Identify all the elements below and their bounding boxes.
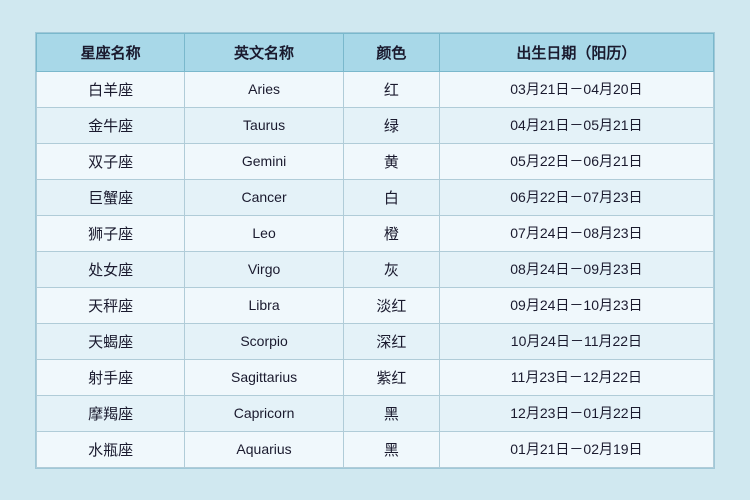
table-row: 水瓶座Aquarius黑01月21日－02月19日 (37, 431, 714, 467)
cell-r9-c3: 12月23日－01月22日 (439, 395, 713, 431)
cell-r9-c1: Capricorn (185, 395, 344, 431)
cell-r2-c1: Gemini (185, 143, 344, 179)
cell-r7-c1: Scorpio (185, 323, 344, 359)
cell-r4-c0: 狮子座 (37, 215, 185, 251)
cell-r3-c2: 白 (343, 179, 439, 215)
table-row: 射手座Sagittarius紫红11月23日－12月22日 (37, 359, 714, 395)
cell-r1-c2: 绿 (343, 107, 439, 143)
cell-r0-c1: Aries (185, 71, 344, 107)
cell-r1-c0: 金牛座 (37, 107, 185, 143)
cell-r5-c2: 灰 (343, 251, 439, 287)
zodiac-table-container: 星座名称 英文名称 颜色 出生日期（阳历） 白羊座Aries红03月21日－04… (35, 32, 715, 469)
table-row: 摩羯座Capricorn黑12月23日－01月22日 (37, 395, 714, 431)
cell-r6-c1: Libra (185, 287, 344, 323)
cell-r4-c1: Leo (185, 215, 344, 251)
table-header-row: 星座名称 英文名称 颜色 出生日期（阳历） (37, 33, 714, 71)
table-row: 天蝎座Scorpio深红10月24日－11月22日 (37, 323, 714, 359)
cell-r0-c2: 红 (343, 71, 439, 107)
col-header-color: 颜色 (343, 33, 439, 71)
cell-r1-c3: 04月21日－05月21日 (439, 107, 713, 143)
zodiac-table: 星座名称 英文名称 颜色 出生日期（阳历） 白羊座Aries红03月21日－04… (36, 33, 714, 468)
cell-r6-c0: 天秤座 (37, 287, 185, 323)
cell-r5-c1: Virgo (185, 251, 344, 287)
cell-r8-c1: Sagittarius (185, 359, 344, 395)
cell-r8-c0: 射手座 (37, 359, 185, 395)
table-body: 白羊座Aries红03月21日－04月20日金牛座Taurus绿04月21日－0… (37, 71, 714, 467)
cell-r3-c3: 06月22日－07月23日 (439, 179, 713, 215)
cell-r1-c1: Taurus (185, 107, 344, 143)
table-row: 双子座Gemini黄05月22日－06月21日 (37, 143, 714, 179)
table-row: 狮子座Leo橙07月24日－08月23日 (37, 215, 714, 251)
cell-r2-c2: 黄 (343, 143, 439, 179)
cell-r10-c1: Aquarius (185, 431, 344, 467)
table-row: 巨蟹座Cancer白06月22日－07月23日 (37, 179, 714, 215)
table-row: 处女座Virgo灰08月24日－09月23日 (37, 251, 714, 287)
cell-r0-c0: 白羊座 (37, 71, 185, 107)
cell-r3-c1: Cancer (185, 179, 344, 215)
table-row: 白羊座Aries红03月21日－04月20日 (37, 71, 714, 107)
cell-r10-c2: 黑 (343, 431, 439, 467)
cell-r6-c2: 淡红 (343, 287, 439, 323)
cell-r8-c3: 11月23日－12月22日 (439, 359, 713, 395)
table-row: 天秤座Libra淡红09月24日－10月23日 (37, 287, 714, 323)
cell-r10-c3: 01月21日－02月19日 (439, 431, 713, 467)
cell-r7-c2: 深红 (343, 323, 439, 359)
col-header-english-name: 英文名称 (185, 33, 344, 71)
cell-r4-c2: 橙 (343, 215, 439, 251)
cell-r9-c2: 黑 (343, 395, 439, 431)
cell-r2-c0: 双子座 (37, 143, 185, 179)
col-header-chinese-name: 星座名称 (37, 33, 185, 71)
table-row: 金牛座Taurus绿04月21日－05月21日 (37, 107, 714, 143)
cell-r7-c0: 天蝎座 (37, 323, 185, 359)
cell-r8-c2: 紫红 (343, 359, 439, 395)
cell-r10-c0: 水瓶座 (37, 431, 185, 467)
cell-r9-c0: 摩羯座 (37, 395, 185, 431)
cell-r7-c3: 10月24日－11月22日 (439, 323, 713, 359)
cell-r4-c3: 07月24日－08月23日 (439, 215, 713, 251)
cell-r2-c3: 05月22日－06月21日 (439, 143, 713, 179)
col-header-birthdate: 出生日期（阳历） (439, 33, 713, 71)
cell-r6-c3: 09月24日－10月23日 (439, 287, 713, 323)
cell-r5-c0: 处女座 (37, 251, 185, 287)
cell-r5-c3: 08月24日－09月23日 (439, 251, 713, 287)
cell-r3-c0: 巨蟹座 (37, 179, 185, 215)
cell-r0-c3: 03月21日－04月20日 (439, 71, 713, 107)
